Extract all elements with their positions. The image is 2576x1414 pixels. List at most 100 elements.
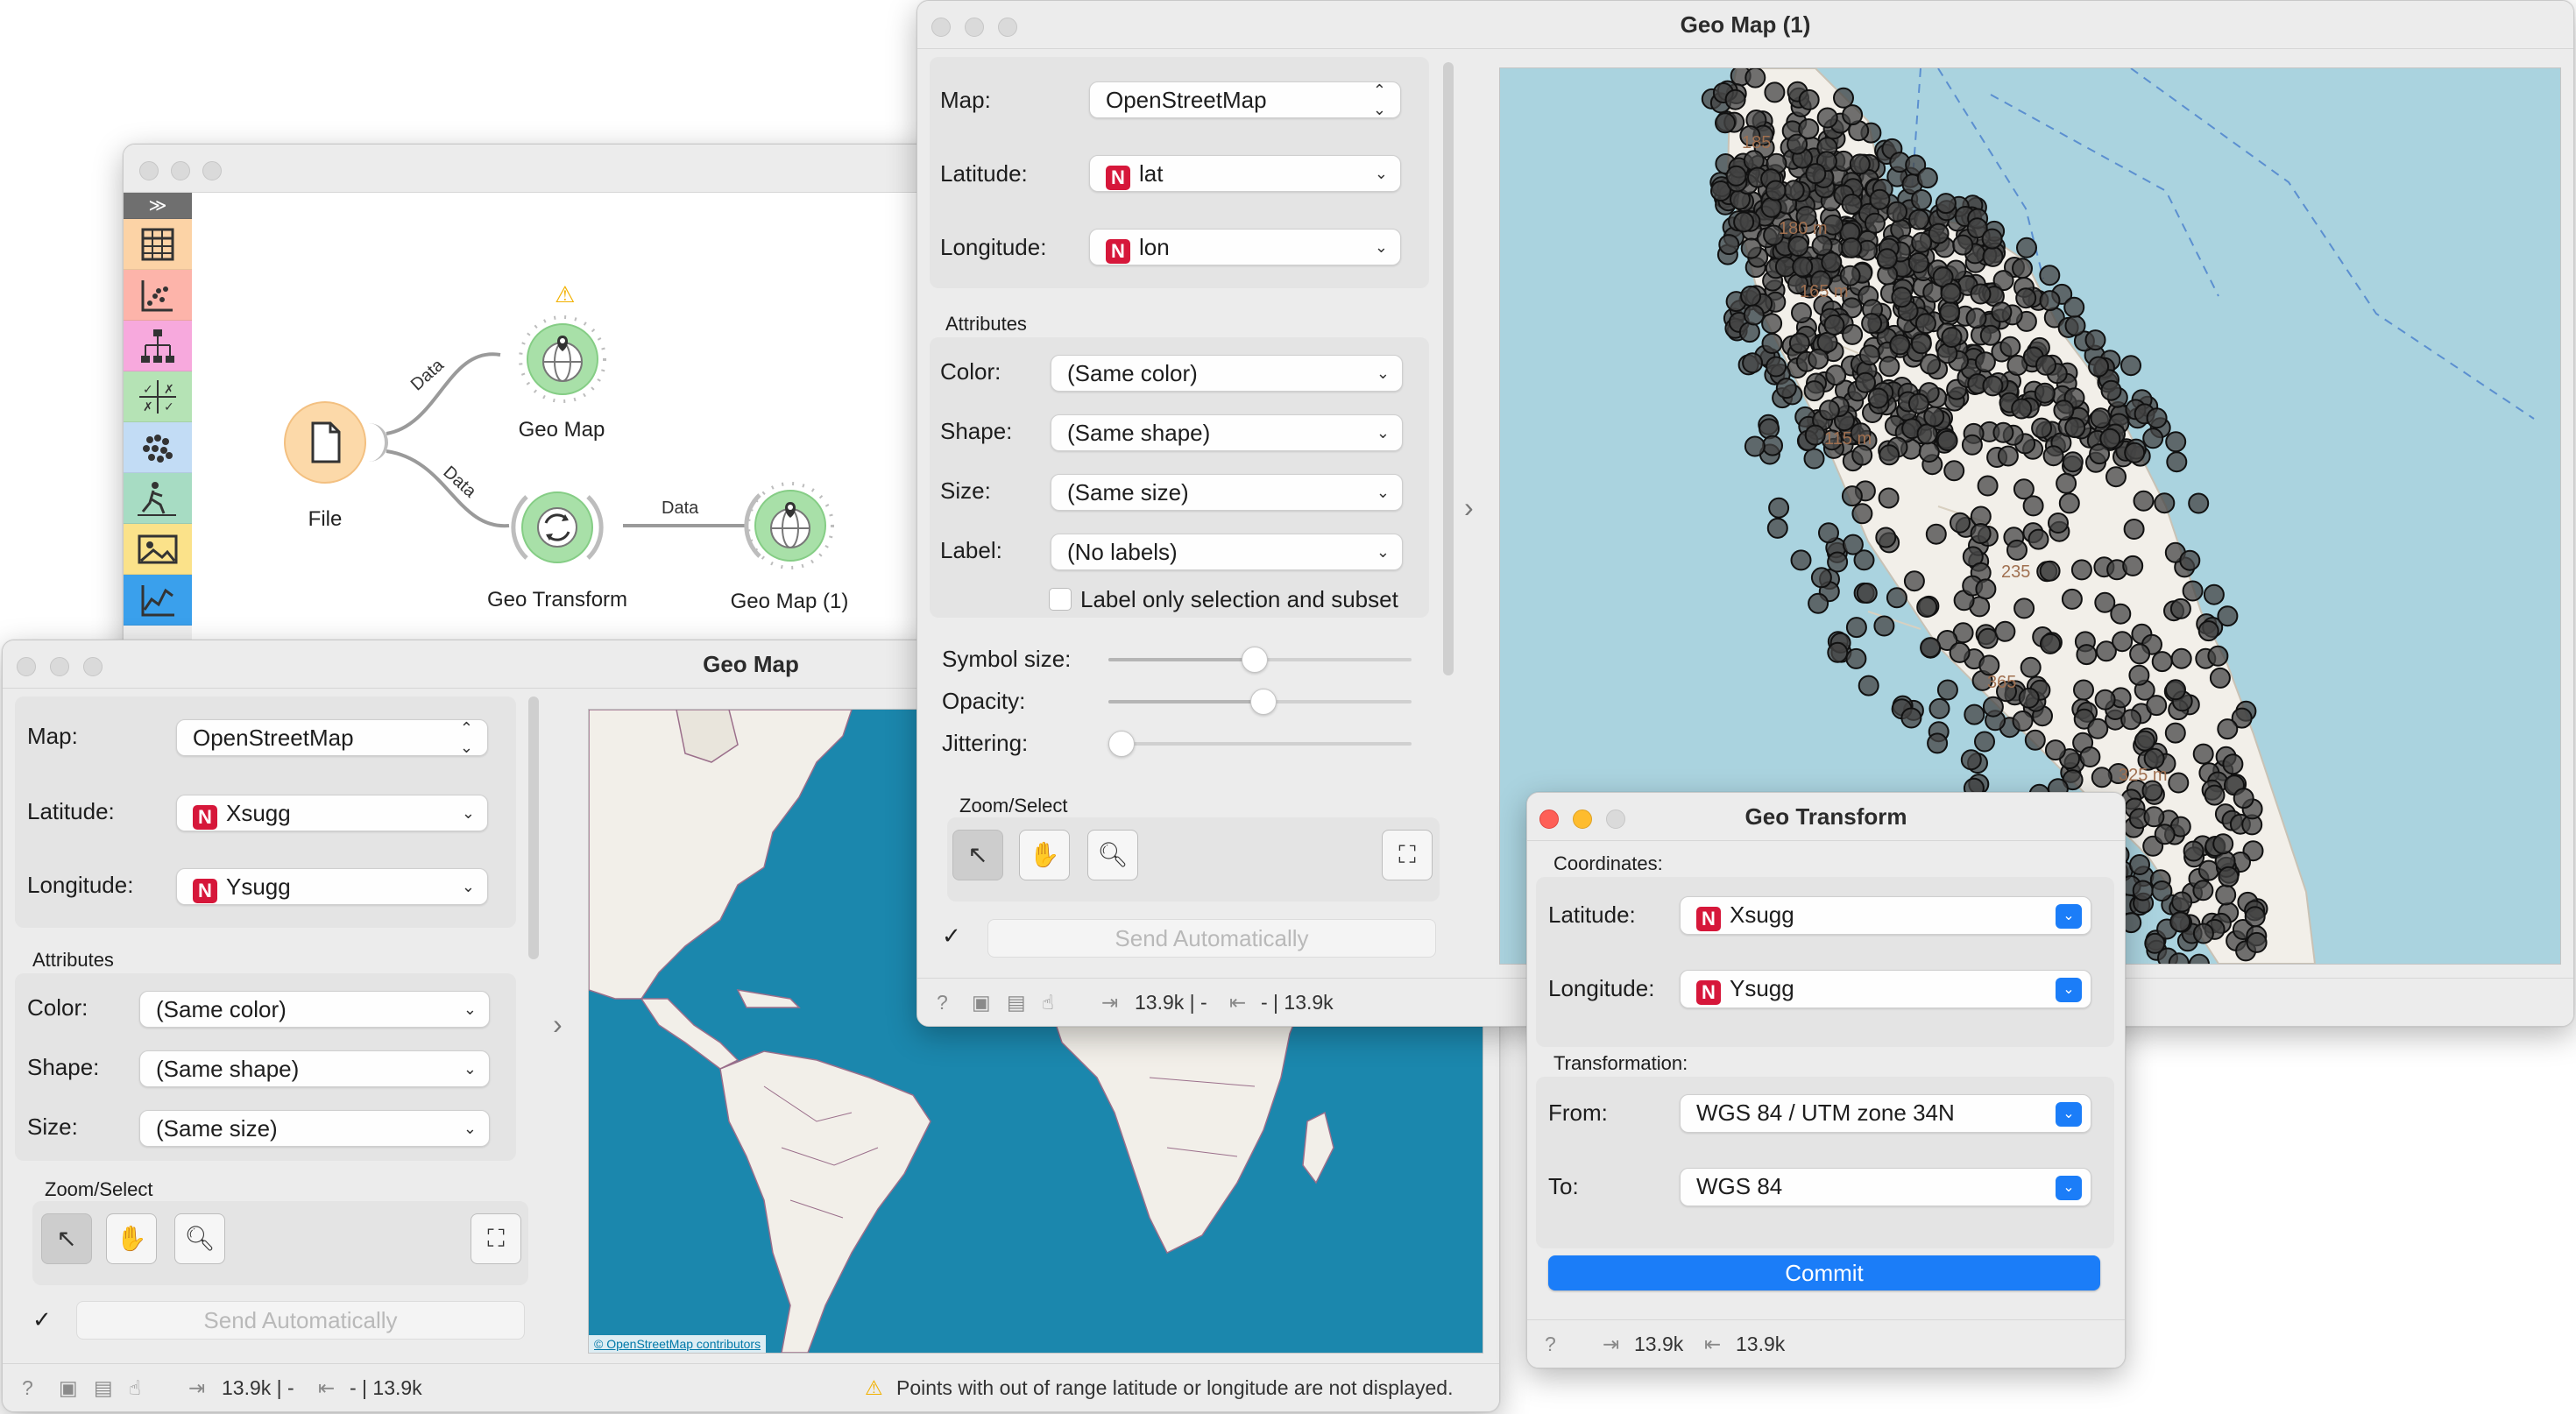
data-point[interactable] — [1943, 460, 1965, 482]
data-point[interactable] — [1935, 193, 1957, 215]
data-point[interactable] — [1742, 352, 1764, 374]
reset-zoom-button[interactable]: ⛶ — [1382, 830, 1433, 880]
data-point[interactable] — [2070, 559, 2092, 581]
data-point[interactable] — [2087, 718, 2109, 739]
data-point[interactable] — [2048, 513, 2069, 534]
data-point[interactable] — [2192, 743, 2214, 765]
data-point[interactable] — [1982, 696, 2004, 718]
data-point[interactable] — [1916, 423, 1938, 445]
data-point[interactable] — [1768, 497, 1790, 519]
data-point[interactable] — [2040, 633, 2061, 654]
visualize-icon[interactable]: ☝ — [129, 1376, 141, 1400]
data-point[interactable] — [1816, 331, 1838, 353]
data-point[interactable] — [1886, 201, 1907, 223]
send-automatically-checkbox[interactable]: ✓ — [942, 923, 961, 950]
data-point[interactable] — [2011, 398, 2033, 420]
data-point[interactable] — [2146, 695, 2168, 717]
data-point[interactable] — [2212, 833, 2234, 855]
data-point[interactable] — [1715, 112, 1736, 134]
data-point[interactable] — [1950, 512, 1971, 534]
data-point[interactable] — [1911, 189, 1932, 210]
data-point[interactable] — [1759, 418, 1780, 440]
data-point[interactable] — [1766, 517, 1788, 539]
data-point[interactable] — [2028, 528, 2049, 550]
data-point[interactable] — [1803, 448, 1825, 470]
data-point[interactable] — [1903, 570, 1925, 592]
data-point[interactable] — [2128, 664, 2150, 686]
data-point[interactable] — [1761, 333, 1783, 354]
data-point[interactable] — [2169, 911, 2191, 933]
data-point[interactable] — [2179, 549, 2201, 571]
data-point[interactable] — [2129, 854, 2150, 875]
data-point[interactable] — [1743, 150, 1765, 172]
data-point[interactable] — [2012, 258, 2033, 279]
data-point[interactable] — [1940, 282, 1962, 304]
data-point[interactable] — [1765, 180, 1787, 201]
data-point[interactable] — [2076, 644, 2098, 666]
data-point[interactable] — [1743, 304, 1765, 326]
size-select[interactable]: (Same size) ⌄ — [1051, 474, 1403, 511]
data-point[interactable] — [1907, 252, 1929, 273]
data-point[interactable] — [1994, 620, 2016, 642]
data-point[interactable] — [1858, 675, 1879, 696]
data-point[interactable] — [2122, 555, 2144, 576]
commit-button[interactable]: Commit — [1548, 1255, 2100, 1290]
data-point[interactable] — [1810, 567, 1832, 589]
data-point[interactable] — [1879, 356, 1900, 378]
data-point[interactable] — [1981, 228, 2003, 250]
data-point[interactable] — [1791, 302, 1812, 323]
send-automatically-button[interactable]: Send Automatically — [987, 919, 1436, 958]
data-point[interactable] — [1920, 637, 1942, 659]
color-select[interactable]: (Same color) ⌄ — [1051, 355, 1403, 392]
data-point[interactable] — [1761, 313, 1783, 335]
shape-select[interactable]: (Same shape) ⌄ — [1051, 414, 1403, 451]
data-point[interactable] — [2233, 788, 2254, 810]
data-point[interactable] — [1964, 703, 1985, 725]
pan-tool-button[interactable]: ✋ — [1019, 830, 1070, 880]
data-point[interactable] — [2217, 605, 2239, 627]
data-point[interactable] — [1974, 731, 1995, 753]
data-point[interactable] — [1977, 475, 1999, 497]
data-point[interactable] — [1827, 641, 1849, 663]
data-point[interactable] — [2182, 580, 2204, 602]
help-icon[interactable]: ? — [1545, 1333, 1556, 1356]
data-point[interactable] — [1907, 392, 1929, 414]
node-geo-map-1[interactable] — [742, 477, 839, 574]
data-point[interactable] — [2218, 866, 2240, 887]
data-point[interactable] — [2132, 880, 2154, 901]
data-point[interactable] — [2244, 906, 2266, 928]
data-point[interactable] — [2016, 237, 2037, 258]
data-point[interactable] — [1845, 617, 1867, 639]
data-point[interactable] — [1798, 88, 1820, 110]
data-point[interactable] — [1974, 351, 1996, 373]
data-point[interactable] — [1823, 314, 1845, 336]
data-point[interactable] — [1979, 324, 2001, 346]
data-point[interactable] — [2154, 492, 2176, 514]
data-point[interactable] — [1849, 153, 1871, 175]
data-point[interactable] — [2063, 296, 2085, 318]
data-point[interactable] — [2215, 884, 2237, 906]
select-tool-button[interactable]: ↖ — [952, 830, 1003, 880]
data-point[interactable] — [2039, 560, 2061, 582]
data-point[interactable] — [2151, 651, 2173, 673]
data-point[interactable] — [2105, 466, 2127, 488]
longitude-select[interactable]: N Ysugg ⌄ — [1680, 970, 2091, 1008]
symbol-size-thumb[interactable] — [1242, 647, 1268, 673]
jittering-slider[interactable] — [1108, 742, 1412, 746]
data-point[interactable] — [2100, 379, 2122, 401]
panel-scrollbar[interactable] — [1443, 62, 1454, 675]
data-point[interactable] — [1804, 424, 1826, 446]
data-point[interactable] — [1790, 549, 1812, 571]
data-point[interactable] — [1965, 308, 1987, 329]
data-point[interactable] — [1916, 167, 1938, 189]
data-point[interactable] — [2120, 355, 2141, 377]
data-point[interactable] — [1997, 445, 2019, 467]
longitude-select[interactable]: Nlon ⌄ — [1089, 229, 1401, 265]
data-point[interactable] — [1842, 534, 1864, 555]
data-point[interactable] — [1876, 248, 1898, 270]
latitude-select[interactable]: Nlat ⌄ — [1089, 155, 1401, 192]
data-point[interactable] — [2144, 932, 2166, 954]
from-select[interactable]: WGS 84 / UTM zone 34N ⌄ — [1680, 1094, 2091, 1133]
data-point[interactable] — [1879, 444, 1900, 466]
data-point[interactable] — [2166, 451, 2188, 473]
